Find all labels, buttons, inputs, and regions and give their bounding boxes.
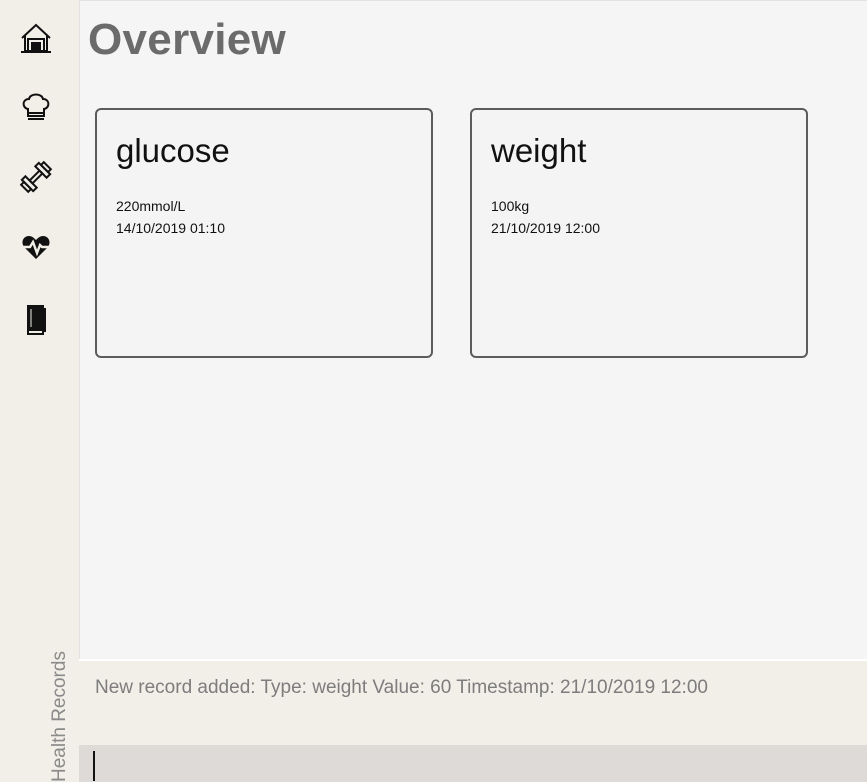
book-icon [27,305,46,335]
diary-button[interactable] [14,297,58,341]
heartbeat-icon [21,236,51,259]
card-title: glucose [116,132,230,169]
result-message: New record added: Type: weight Value: 60… [95,677,708,698]
dumbbell-icon [19,160,53,194]
health-button[interactable] [14,225,58,269]
home-button[interactable] [14,16,58,60]
diet-button[interactable] [14,84,58,128]
record-card-weight[interactable]: weight 100kg 21/10/2019 12:00 [470,108,808,358]
chef-hat-icon [22,93,50,120]
home-icon [21,23,51,53]
card-timestamp: 14/10/2019 01:10 [116,220,225,236]
command-input[interactable] [79,745,867,782]
sidebar: Health Records [0,0,79,782]
page-title: Overview [88,15,287,64]
app-label: Health Records [49,651,70,782]
record-card-glucose[interactable]: glucose 220mmol/L 14/10/2019 01:10 [95,108,433,358]
text-caret [93,751,95,781]
main-panel: Overview glucose 220mmol/L 14/10/2019 01… [79,0,867,659]
result-display: New record added: Type: weight Value: 60… [79,659,867,745]
card-title: weight [491,132,587,169]
card-value: 100kg [491,198,530,214]
app-window: Health Records Overview glucose 220mmol/… [0,0,867,782]
card-timestamp: 21/10/2019 12:00 [491,220,600,236]
card-value: 220mmol/L [116,198,186,214]
exercise-button[interactable] [14,155,58,199]
